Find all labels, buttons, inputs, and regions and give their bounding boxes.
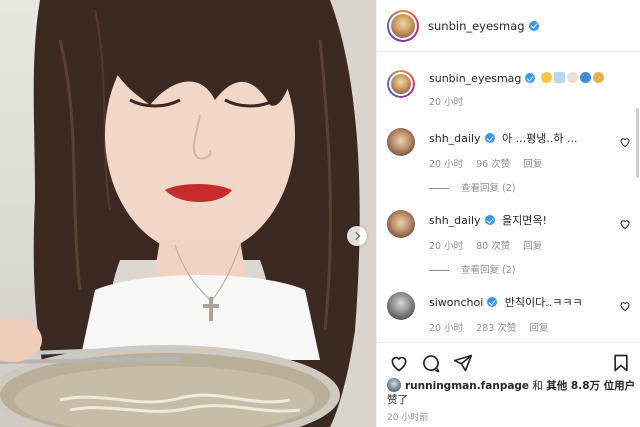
comment-time: 20 小时 [429,159,464,170]
comment-row: shh_daily 아 ...평냉..하 ... 20 小时 96 次赞 回复 [387,128,633,170]
comment-text: 을지면옥! [502,214,547,227]
verified-badge-icon [484,133,495,143]
photo-illustration [0,0,376,427]
caption-row: sunbin_eyesmag 20 小时 [387,70,633,110]
comment-like-count[interactable]: 283 次赞 [476,323,516,334]
comment-row: shh_daily 을지면옥! 20 小时 80 次赞 回复 [387,210,633,252]
likes-summary: runningman.fanpage 和 其他 8.8万 位用户 赞了 [387,378,637,407]
heart-icon[interactable] [619,136,631,148]
verified-badge-icon [484,215,495,225]
bookmark-icon[interactable] [611,353,631,373]
post-header: sunbin_eyesmag [377,0,640,52]
likes-and: 和 [532,380,543,392]
emoji-ice-icon [553,72,565,83]
heart-icon[interactable] [619,218,631,230]
comment-like-count[interactable]: 80 次赞 [476,241,510,252]
view-replies-button[interactable]: 查看回复 (2) [429,180,515,194]
view-replies-label: 查看回复 (2) [461,183,516,194]
reply-button[interactable]: 回复 [523,241,542,252]
next-photo-button[interactable] [347,226,367,246]
commenter-avatar[interactable] [387,292,415,320]
comment-text: 아 ...평냉..하 ... [502,132,578,145]
comments-list: sunbin_eyesmag 20 小时 shh_daily 아 ...평냉..… [377,52,640,342]
liker-avatar[interactable] [387,378,401,392]
comment-time: 20 小时 [429,241,464,252]
post-side-panel: sunbin_eyesmag sunbin_eyesmag 20 小时 shh_… [376,0,640,427]
comment-time: 20 小时 [429,323,464,334]
comment-text: 반칙이다..ㅋㅋㅋ [504,296,583,309]
comments-scrollbar[interactable] [636,108,639,178]
reply-button[interactable]: 回复 [529,323,548,334]
reply-button[interactable]: 回复 [523,159,542,170]
emoji-face-icon [540,72,552,83]
view-replies-button[interactable]: 查看回复 (2) [429,262,515,276]
post-action-bar [377,342,640,376]
author-username[interactable]: sunbin_eyesmag [428,19,525,33]
likes-others[interactable]: 其他 8.8万 位用户 [546,380,635,392]
post-timestamp: 20 小时前 [387,413,429,423]
chevron-right-icon [351,231,361,241]
heart-icon[interactable] [619,300,631,312]
comment-row: siwonchoi 반칙이다..ㅋㅋㅋ 20 小时 283 次赞 回复 [387,292,633,334]
emoji-hands-icon [592,72,604,83]
post-photo [0,0,376,427]
comment-icon[interactable] [421,353,441,373]
view-replies-label: 查看回复 (2) [461,265,516,276]
commenter-username[interactable]: siwonchoi [429,296,483,309]
caption-time: 20 小时 [429,97,464,108]
send-icon[interactable] [453,353,473,373]
heart-icon[interactable] [389,353,409,373]
commenter-username[interactable]: shh_daily [429,132,481,145]
caption-author-avatar[interactable] [387,70,415,98]
likes-liked: 赞了 [387,394,408,406]
commenter-username[interactable]: shh_daily [429,214,481,227]
emoji-bowl-icon [566,72,578,83]
author-avatar[interactable] [387,9,419,42]
liker-username[interactable]: runningman.fanpage [405,380,529,392]
verified-badge-icon [528,20,539,31]
verified-badge-icon [487,297,498,307]
verified-badge-icon [525,73,536,83]
commenter-avatar[interactable] [387,210,415,238]
caption-author-username[interactable]: sunbin_eyesmag [429,72,521,85]
comment-like-count[interactable]: 96 次赞 [476,159,510,170]
commenter-avatar[interactable] [387,128,415,156]
emoji-bike-icon [579,72,591,83]
